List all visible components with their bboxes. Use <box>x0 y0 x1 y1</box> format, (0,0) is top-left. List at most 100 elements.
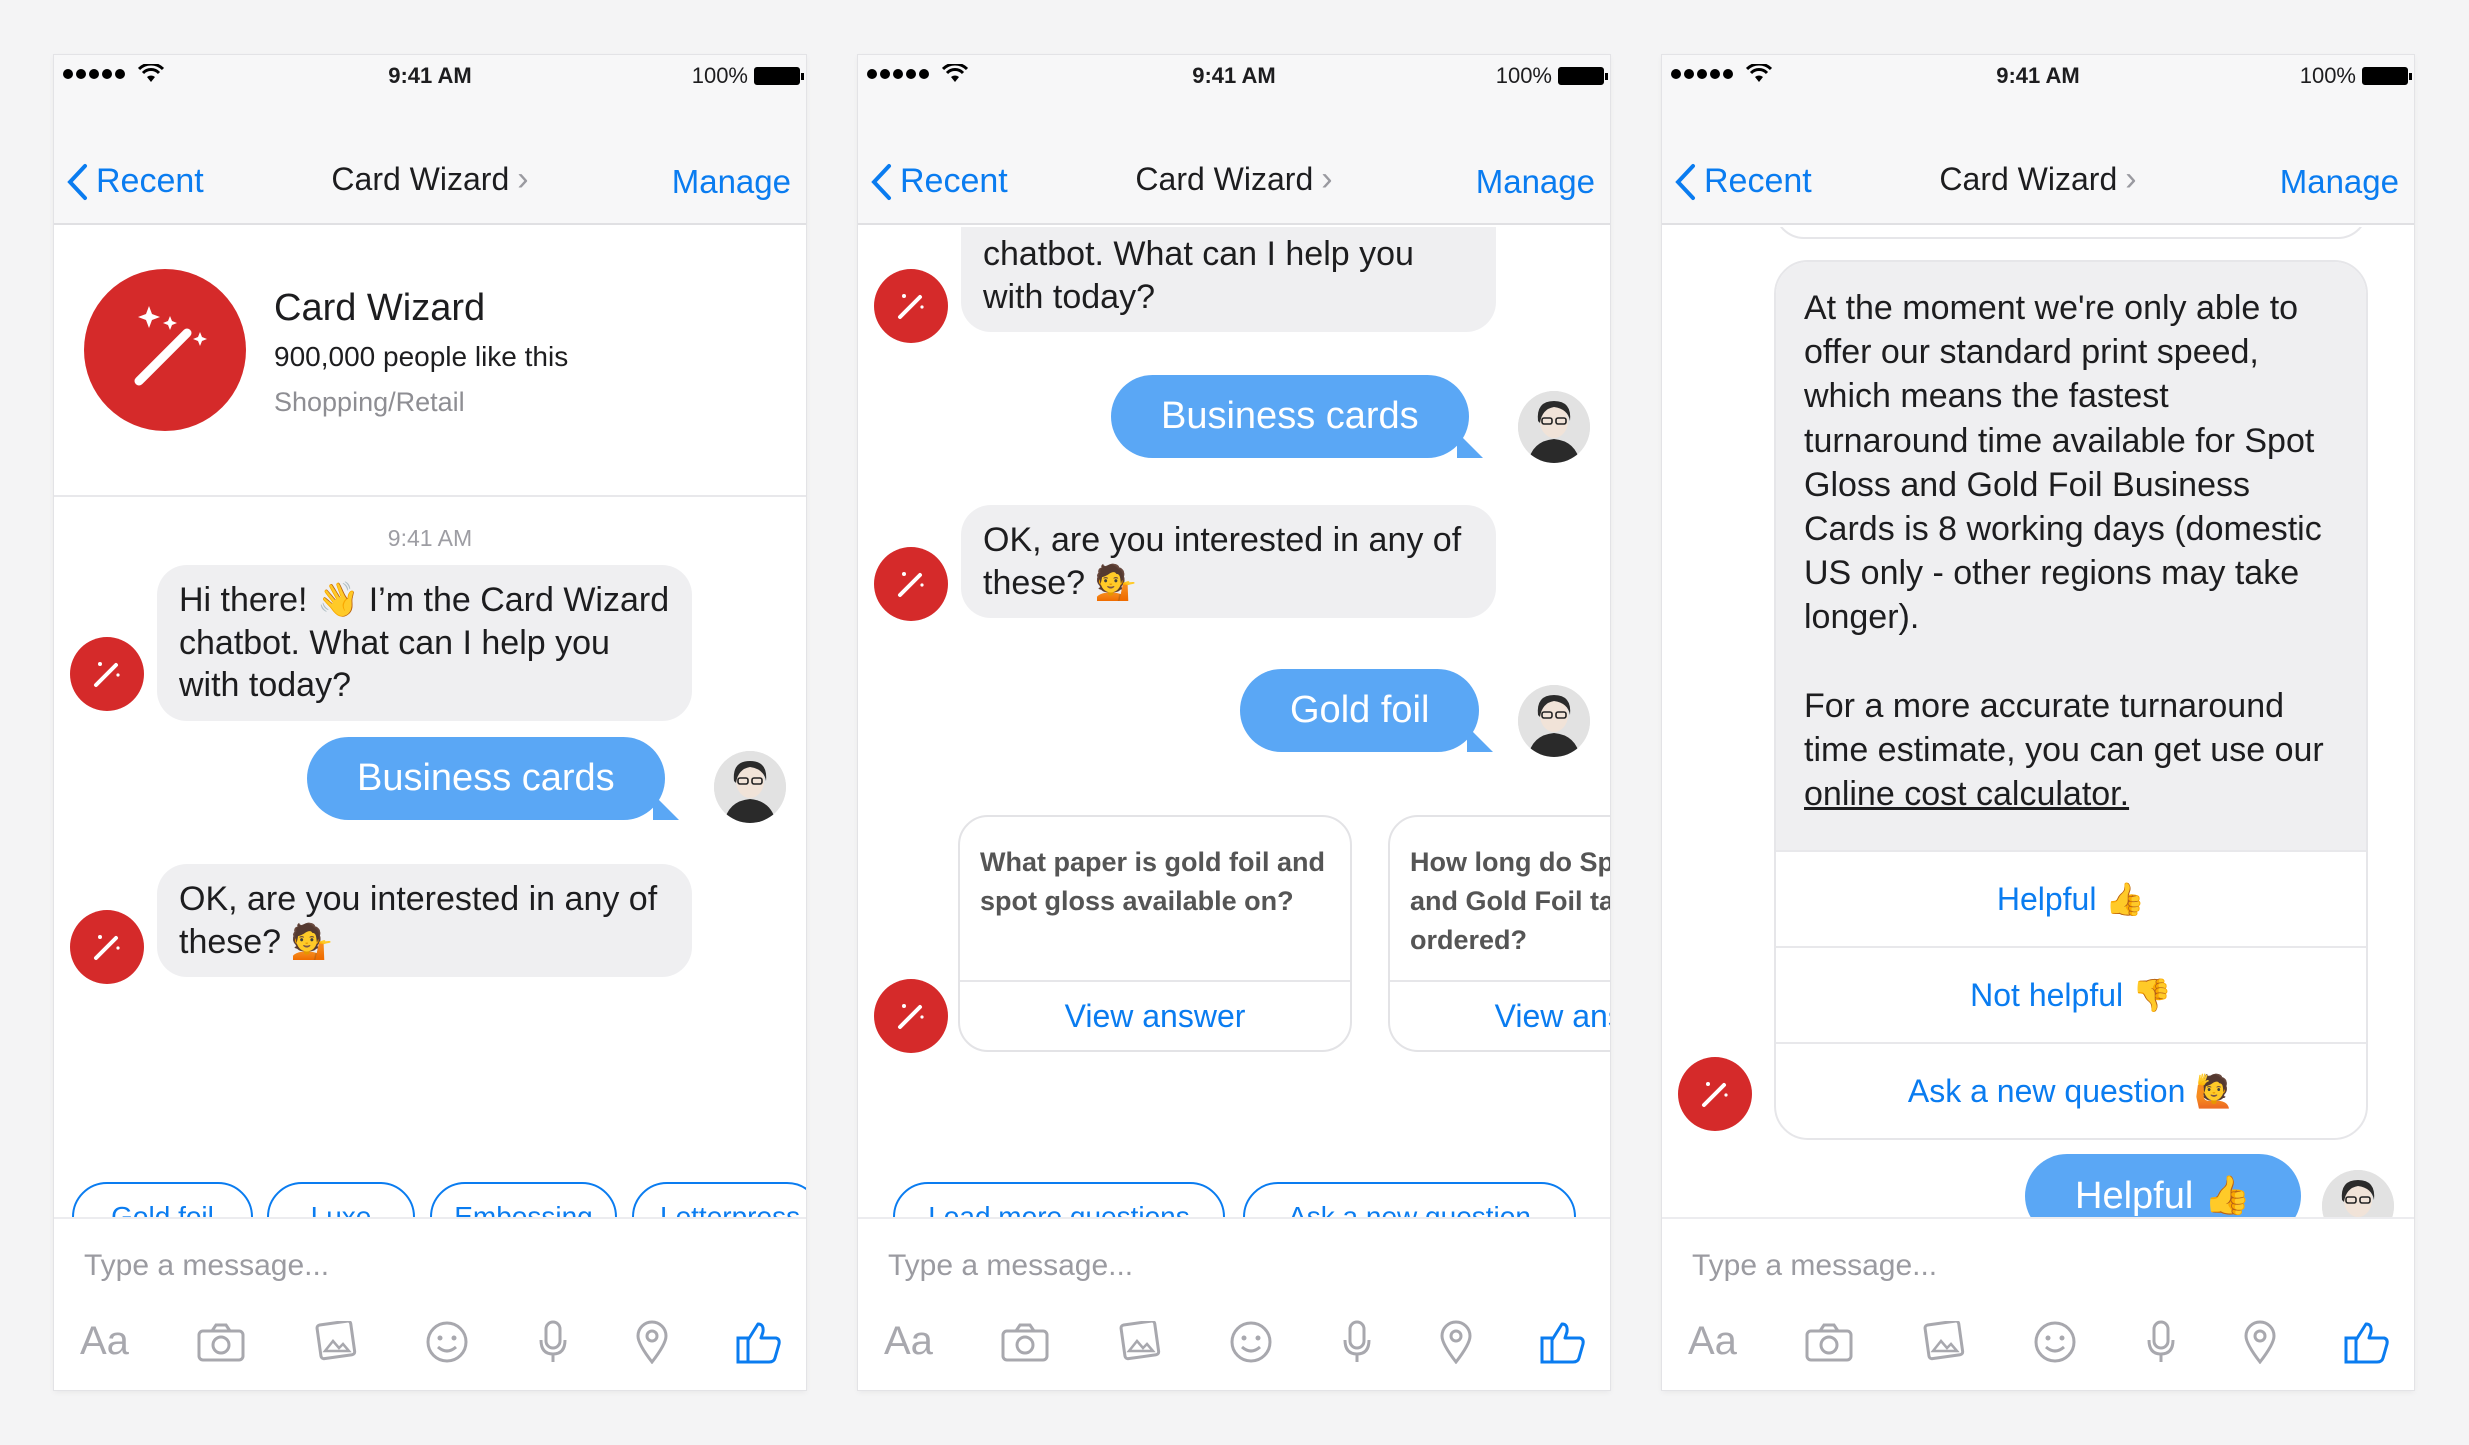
emoji-icon[interactable] <box>2033 1320 2077 1364</box>
magic-wand-icon <box>898 572 924 597</box>
status-bar: 9:41 AM 100% <box>858 55 1610 95</box>
page-profile-header: Card Wizard 900,000 people like this Sho… <box>54 227 806 497</box>
ask-new-question-button[interactable]: Ask a new question <box>1243 1182 1576 1217</box>
bot-avatar <box>70 637 144 711</box>
quick-reply-gold-foil[interactable]: Gold foil <box>72 1182 253 1217</box>
bot-avatar <box>1678 1057 1752 1131</box>
bot-message: Hi there! 👋 I’m the Card Wizard chatbot.… <box>157 565 692 721</box>
bot-avatar <box>874 269 948 343</box>
microphone-icon[interactable] <box>1342 1320 1372 1364</box>
composer: Type a message... Aa <box>1662 1217 2414 1390</box>
manage-button[interactable]: Manage <box>2280 163 2399 201</box>
user-photo-icon <box>1518 391 1590 463</box>
text-format-icon[interactable]: Aa <box>1688 1319 1737 1364</box>
view-answer-button[interactable]: View answer <box>960 980 1350 1050</box>
magic-wand-icon <box>1702 1082 1728 1107</box>
answer-paragraph-2: For a more accurate turnaround time esti… <box>1804 686 2324 769</box>
composer: Type a message... Aa <box>54 1217 806 1390</box>
faq-question: What paper is gold foil and spot gloss a… <box>980 847 1326 917</box>
user-message: Gold foil <box>1240 669 1494 752</box>
faq-question: How long do Spot Gloss and Gold Foil tak… <box>1410 847 1610 956</box>
phone-screen-1: 9:41 AM 100% Recent Card Wizard › Manage … <box>54 55 806 1390</box>
answer-paragraph-1: At the moment we're only able to offer o… <box>1804 289 2322 637</box>
page-likes: 900,000 people like this <box>274 341 569 372</box>
like-icon[interactable] <box>1540 1320 1586 1364</box>
helpful-button[interactable]: Helpful 👍 <box>1776 850 2366 946</box>
message-input[interactable]: Type a message... <box>1692 1249 1937 1283</box>
location-icon[interactable] <box>2244 1320 2276 1364</box>
emoji-icon[interactable] <box>425 1320 469 1364</box>
bot-message: OK, are you interested in any of these? … <box>961 505 1496 618</box>
quick-reply-embossing[interactable]: Embossing <box>430 1182 617 1217</box>
page-name: Card Wizard <box>274 287 486 329</box>
nav-bar: Recent Card Wizard › Manage <box>858 95 1610 225</box>
manage-button[interactable]: Manage <box>672 163 791 201</box>
chevron-right-icon: › <box>2125 160 2137 198</box>
user-avatar <box>714 751 786 823</box>
camera-icon[interactable] <box>1805 1322 1853 1362</box>
ask-new-question-button[interactable]: Ask a new question 🙋 <box>1776 1042 2366 1138</box>
location-icon[interactable] <box>636 1320 668 1364</box>
bot-avatar <box>70 910 144 984</box>
load-more-questions-button[interactable]: Load more questions <box>893 1182 1225 1217</box>
chat-area: At the moment we're only able to offer o… <box>1662 227 2414 1217</box>
answer-text: At the moment we're only able to offer o… <box>1776 262 2366 851</box>
camera-icon[interactable] <box>197 1322 245 1362</box>
composer-toolbar: Aa <box>80 1319 782 1364</box>
chat-area: chatbot. What can I help you with today?… <box>858 227 1610 1217</box>
location-icon[interactable] <box>1440 1320 1472 1364</box>
like-icon[interactable] <box>736 1320 782 1364</box>
user-photo-icon <box>1518 685 1590 757</box>
gallery-icon[interactable] <box>1117 1320 1161 1363</box>
phone-screen-3: 9:41 AM 100% Recent Card Wizard › Manage … <box>1662 55 2414 1390</box>
user-message: Business cards <box>307 737 679 820</box>
status-bar: 9:41 AM 100% <box>1662 55 2414 95</box>
like-icon[interactable] <box>2344 1320 2390 1364</box>
timestamp: 9:41 AM <box>387 525 473 551</box>
chat-area: Card Wizard 900,000 people like this Sho… <box>54 227 806 1217</box>
composer: Type a message... Aa <box>858 1217 1610 1390</box>
page-category: Shopping/Retail <box>274 387 465 417</box>
user-message: Business cards <box>1111 375 1483 458</box>
manage-button[interactable]: Manage <box>1476 163 1595 201</box>
magic-wand-icon <box>898 1004 924 1029</box>
composer-toolbar: Aa <box>884 1319 1586 1364</box>
not-helpful-button[interactable]: Not helpful 👎 <box>1776 946 2366 1042</box>
camera-icon[interactable] <box>1001 1322 1049 1362</box>
chevron-right-icon: › <box>517 160 529 198</box>
user-avatar <box>1518 685 1590 757</box>
faq-card: How long do Spot Gloss and Gold Foil tak… <box>1388 815 1610 1052</box>
bot-message: OK, are you interested in any of these? … <box>157 864 692 977</box>
battery-percent: 100% <box>2299 63 2356 88</box>
text-format-icon[interactable]: Aa <box>884 1319 933 1364</box>
microphone-icon[interactable] <box>2146 1320 2176 1364</box>
gallery-icon[interactable] <box>1921 1320 1965 1363</box>
microphone-icon[interactable] <box>538 1320 568 1364</box>
message-input[interactable]: Type a message... <box>888 1249 1133 1283</box>
nav-bar: Recent Card Wizard › Manage <box>1662 95 2414 225</box>
quick-reply-letterpress[interactable]: Letterpress <box>632 1182 806 1217</box>
view-answer-button[interactable]: View answer <box>1390 980 1610 1050</box>
magic-wand-icon <box>94 935 120 960</box>
chevron-right-icon: › <box>1321 160 1333 198</box>
user-avatar <box>1518 391 1590 463</box>
status-bar: 9:41 AM 100% <box>54 55 806 95</box>
emoji-icon[interactable] <box>1229 1320 1273 1364</box>
battery-percent: 100% <box>691 63 748 88</box>
quick-reply-luxe[interactable]: Luxe <box>267 1182 415 1217</box>
text-format-icon[interactable]: Aa <box>80 1319 129 1364</box>
composer-toolbar: Aa <box>1688 1319 2390 1364</box>
phone-screen-2: 9:41 AM 100% Recent Card Wizard › Manage … <box>858 55 1610 1390</box>
message-input[interactable]: Type a message... <box>84 1249 329 1283</box>
cost-calculator-link[interactable]: online cost calculator. <box>1804 775 2129 813</box>
bot-avatar <box>874 979 948 1053</box>
battery-icon <box>754 67 804 85</box>
faq-card: What paper is gold foil and spot gloss a… <box>958 815 1352 1052</box>
bot-message: chatbot. What can I help you with today? <box>961 227 1496 332</box>
gallery-icon[interactable] <box>313 1320 357 1363</box>
battery-icon <box>2362 67 2412 85</box>
battery-icon <box>1558 67 1608 85</box>
bot-avatar <box>874 547 948 621</box>
battery-percent: 100% <box>1495 63 1552 88</box>
user-avatar <box>2322 1170 2394 1217</box>
